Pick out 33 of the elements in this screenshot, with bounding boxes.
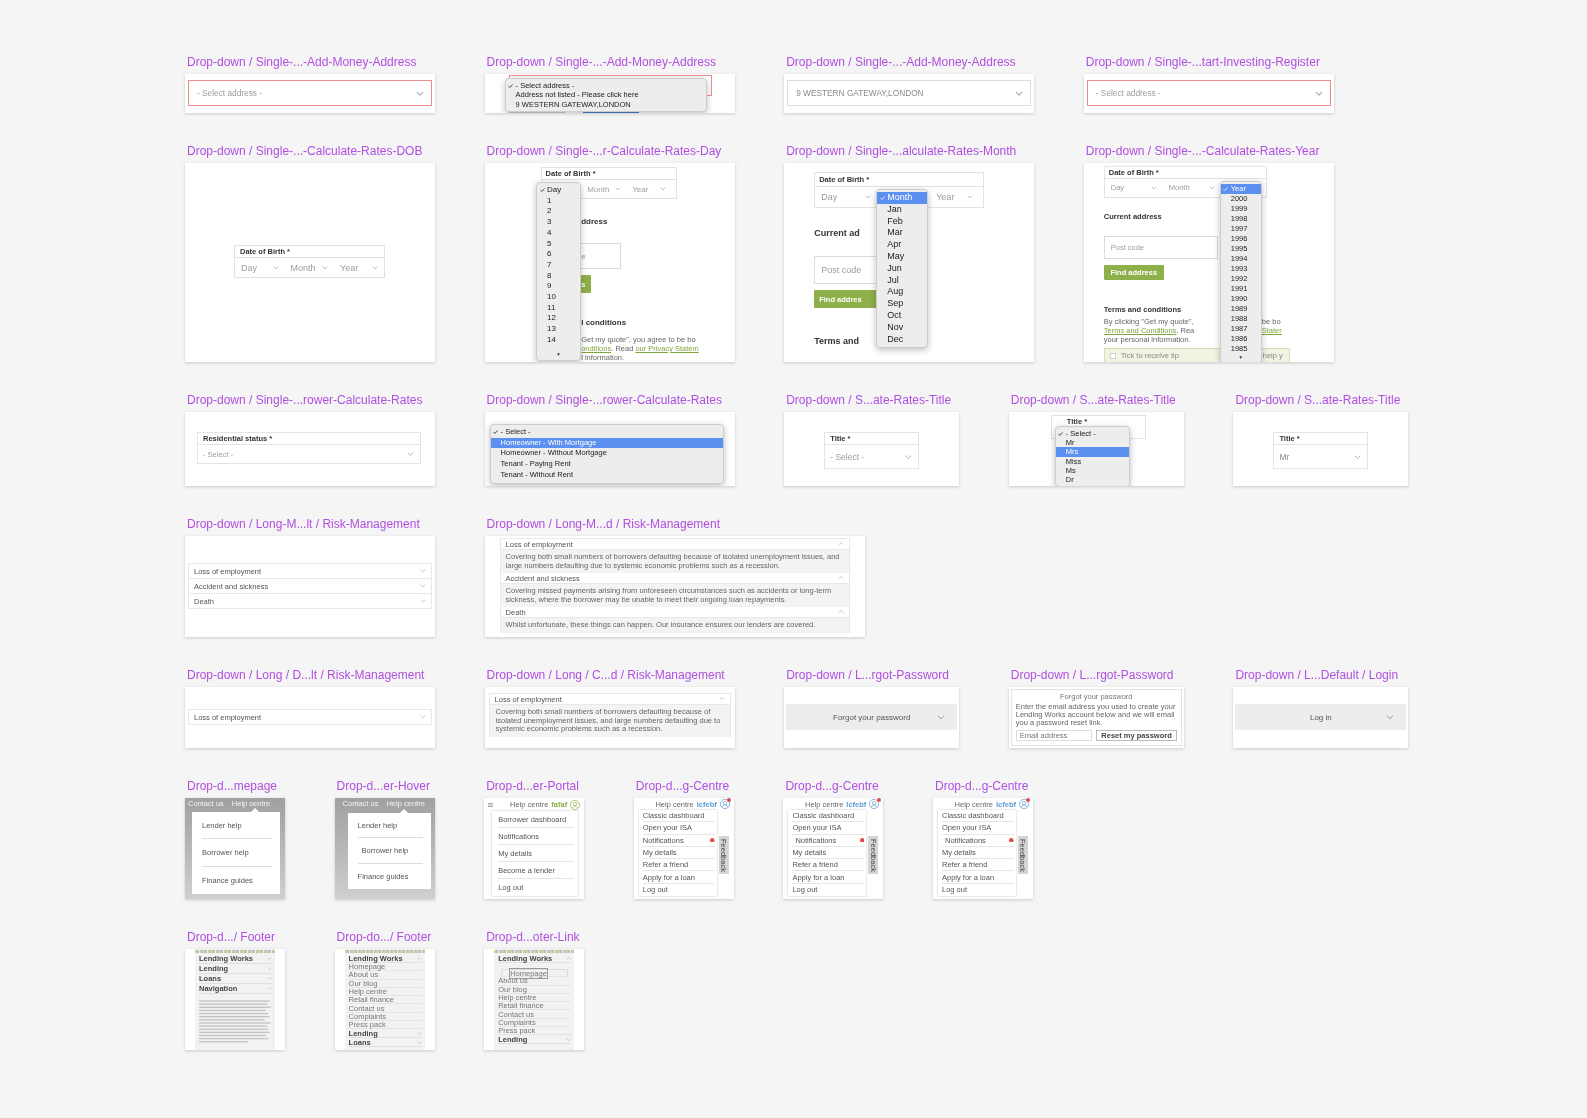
frame-title: Drop-d...g-Centre: [785, 779, 879, 794]
frame-title: Drop-d...g-Centre: [934, 779, 1029, 794]
frame-title: Drop-down / L...rgot-Password: [786, 668, 949, 683]
frame-title: Drop-d...oter-Link: [486, 930, 580, 945]
frame-title: Drop-down / Single-...alculate-Rates-Month: [786, 144, 1017, 159]
frame-title: Drop-d...er-Hover: [336, 779, 430, 794]
section-heading: Terms and: [814, 335, 860, 347]
frame-title: Drop-down / S...ate-Rates-Title: [1235, 393, 1401, 408]
section-heading: l conditions: [581, 318, 627, 328]
frame-title: Drop-down / Single-...-Add-Money-Address: [786, 55, 1016, 70]
frame-title: Drop-down / Single-...rower-Calculate-Rates: [187, 393, 423, 408]
frame-title: Drop-do.../ Footer: [336, 930, 432, 945]
frame-title: Drop-d...mepage: [187, 779, 278, 794]
frame-title: Drop-down / Single-...tart-Investing-Register: [1085, 55, 1320, 70]
frame-title: Drop-down / Long / D...lt / Risk-Management: [187, 668, 425, 683]
frame-title: Drop-down / Single-...-Add-Money-Address: [486, 55, 717, 70]
frame-title: Drop-down / Single-...rower-Calculate-Rates: [486, 393, 723, 408]
frame-title: Drop-d.../ Footer: [187, 930, 276, 945]
frame-title: Drop-down / Single-...r-Calculate-Rates-Day: [486, 144, 722, 159]
section-heading: Current ad: [814, 227, 860, 239]
frame-title: Drop-down / Long / C...d / Risk-Management: [486, 668, 725, 683]
frame-title: Drop-down / Single-...-Calculate-Rates-DOB: [187, 144, 423, 159]
frame-title: Drop-down / Long-M...d / Risk-Management: [486, 517, 721, 532]
frame-title: Drop-d...g-Centre: [635, 779, 730, 794]
frame-title: Drop-d...er-Portal: [486, 779, 579, 794]
frame-title: Drop-down / S...ate-Rates-Title: [786, 393, 952, 408]
section-heading: ddress: [581, 217, 608, 227]
frame-title: Drop-down / L...rgot-Password: [1010, 668, 1174, 683]
frame-title: Drop-down / Single-...-Add-Money-Address: [187, 55, 417, 70]
frame-title: Drop-down / Long-M...lt / Risk-Management: [187, 517, 420, 532]
frame-title: Drop-down / Single-...-Calculate-Rates-Year: [1085, 144, 1320, 159]
frame-title: Drop-down / S...ate-Rates-Title: [1010, 393, 1176, 408]
frame-title: Drop-down / L...Default / Login: [1235, 668, 1399, 683]
